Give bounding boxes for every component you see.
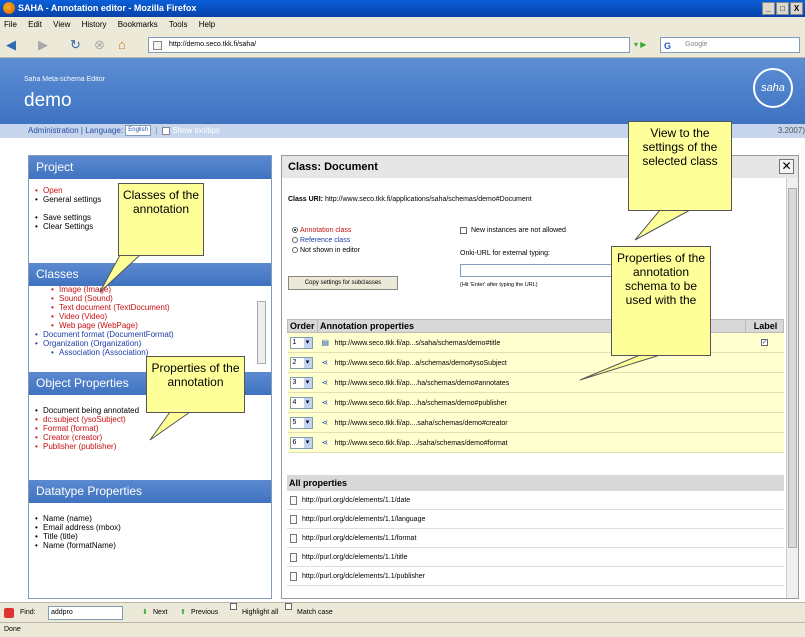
schema-callout: Properties of the annotation schema to b… [611,246,711,356]
properties-callout: Properties of the annotation [146,356,245,413]
properties-callout-tail [149,411,192,441]
view-callout-tail [634,209,691,241]
classes-callout: Classes of the annotation [118,183,204,256]
view-callout: View to the settings of the selected cla… [628,121,732,211]
classes-callout-tail [99,254,142,293]
schema-callout-tail [579,354,661,381]
